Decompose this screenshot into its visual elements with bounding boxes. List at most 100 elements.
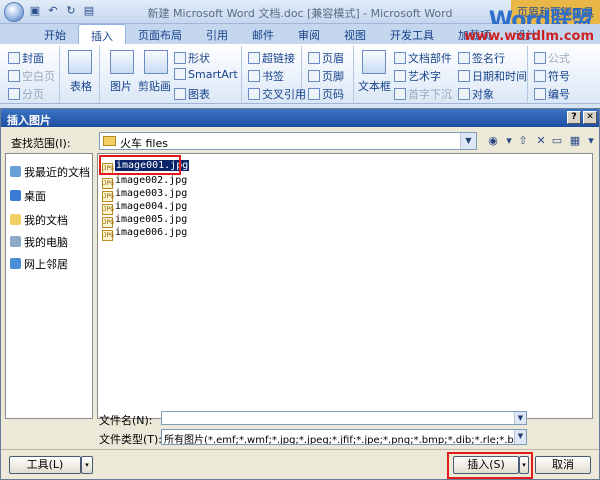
datetime-label: 日期和时间 bbox=[472, 70, 527, 83]
dialog-title: 插入图片 bbox=[7, 114, 51, 127]
wordart-button[interactable]: 艺术字 bbox=[394, 68, 441, 84]
group-table: 表格 bbox=[60, 46, 100, 102]
place-recent[interactable]: 我最近的文档 bbox=[10, 164, 90, 180]
doc-parts-icon bbox=[394, 52, 406, 64]
clipart-label[interactable]: 剪贴画 bbox=[138, 78, 171, 94]
place-label: 我最近的文档 bbox=[24, 166, 90, 179]
textbox-icon[interactable] bbox=[362, 50, 386, 74]
place-my-computer[interactable]: 我的电脑 bbox=[10, 234, 68, 250]
tab-page-layout[interactable]: 页面布局 bbox=[126, 24, 194, 44]
views-dropdown-icon[interactable]: ▾ bbox=[583, 133, 599, 149]
wordart-icon bbox=[394, 70, 406, 82]
crossref-button[interactable]: 交叉引用 bbox=[248, 86, 306, 102]
blank-page-button[interactable]: 空白页 bbox=[8, 68, 55, 84]
tab-mailings[interactable]: 邮件 bbox=[240, 24, 286, 44]
place-label: 我的电脑 bbox=[24, 236, 68, 249]
table-icon[interactable] bbox=[68, 50, 92, 74]
table-label[interactable]: 表格 bbox=[70, 78, 92, 94]
filetype-select[interactable]: 所有图片(*.emf;*.wmf;*.jpg;*.jpeg;*.jfif;*.j… bbox=[161, 429, 527, 445]
footer-button[interactable]: 页脚 bbox=[308, 68, 344, 84]
filename-input[interactable]: ▼ bbox=[161, 411, 527, 425]
chevron-down-icon[interactable]: ▼ bbox=[514, 430, 526, 444]
file-list[interactable]: JPG image001.jpg JPGimage002.jpg JPGimage… bbox=[97, 153, 593, 419]
tools-button[interactable]: 工具(L) bbox=[9, 456, 81, 474]
hyperlink-button[interactable]: 超链接 bbox=[248, 50, 295, 66]
group-header-footer: 页眉 页脚 页码 bbox=[302, 46, 354, 102]
help-button[interactable]: ? bbox=[567, 111, 581, 124]
place-my-documents[interactable]: 我的文档 bbox=[10, 212, 68, 228]
picture-icon[interactable] bbox=[110, 50, 134, 74]
tab-home[interactable]: 开始 bbox=[32, 24, 78, 44]
bookmark-label: 书签 bbox=[262, 70, 284, 83]
doc-parts-label: 文档部件 bbox=[408, 52, 452, 65]
page-break-icon bbox=[8, 88, 20, 100]
dropcap-button[interactable]: 首字下沉 bbox=[394, 86, 452, 102]
title-bar: ▣ ↶ ↻ ▤ 新建 Microsoft Word 文档.doc [兼容模式] … bbox=[0, 0, 600, 33]
list-item[interactable]: JPGimage004.jpg bbox=[102, 201, 187, 215]
lookin-value: 火车 files bbox=[120, 137, 168, 150]
place-desktop[interactable]: 桌面 bbox=[10, 188, 46, 204]
object-icon bbox=[458, 88, 470, 100]
header-icon bbox=[308, 52, 320, 64]
pi-icon bbox=[534, 52, 546, 64]
chart-button[interactable]: 图表 bbox=[174, 86, 210, 102]
signature-button[interactable]: 签名行 bbox=[458, 50, 505, 66]
clipart-icon[interactable] bbox=[144, 50, 168, 74]
up-folder-icon[interactable]: ⇧ bbox=[515, 133, 531, 149]
chevron-down-icon[interactable]: ▼ bbox=[460, 133, 476, 149]
place-label: 网上邻居 bbox=[24, 258, 68, 271]
shapes-button[interactable]: 形状 bbox=[174, 50, 210, 66]
list-item[interactable]: JPGimage006.jpg bbox=[102, 227, 187, 241]
list-item[interactable]: JPGimage003.jpg bbox=[102, 188, 187, 202]
tab-developer[interactable]: 开发工具 bbox=[378, 24, 446, 44]
smartart-label: SmartArt bbox=[188, 68, 238, 81]
page-number-label: 页码 bbox=[322, 88, 344, 101]
filetype-value: 所有图片(*.emf;*.wmf;*.jpg;*.jpeg;*.jfif;*.j… bbox=[164, 435, 527, 445]
tab-references[interactable]: 引用 bbox=[194, 24, 240, 44]
views-icon[interactable]: ▦ bbox=[567, 133, 583, 149]
my-computer-icon bbox=[10, 236, 21, 247]
new-folder-icon[interactable]: ▭ bbox=[549, 133, 565, 149]
dialog-footer: 工具(L) ▾ 插入(S) ▾ 取消 bbox=[1, 449, 599, 479]
cancel-button[interactable]: 取消 bbox=[535, 456, 591, 474]
close-button[interactable]: ✕ bbox=[583, 111, 597, 124]
chart-label: 图表 bbox=[188, 88, 210, 101]
symbol-button[interactable]: 符号 bbox=[534, 68, 570, 84]
smartart-button[interactable]: SmartArt bbox=[174, 68, 238, 81]
delete-icon[interactable]: ✕ bbox=[533, 133, 549, 149]
bookmark-button[interactable]: 书签 bbox=[248, 68, 284, 84]
omega-icon bbox=[534, 70, 546, 82]
filetype-label: 文件类型(T): bbox=[99, 433, 163, 446]
equation-button[interactable]: 公式 bbox=[534, 50, 570, 66]
place-network[interactable]: 网上邻居 bbox=[10, 256, 68, 272]
page-number-button[interactable]: 页码 bbox=[308, 86, 344, 102]
tab-view[interactable]: 视图 bbox=[332, 24, 378, 44]
textbox-label[interactable]: 文本框 bbox=[358, 78, 391, 94]
dropcap-icon bbox=[394, 88, 406, 100]
list-item[interactable]: JPGimage002.jpg bbox=[102, 175, 187, 189]
page-number-icon bbox=[308, 88, 320, 100]
cover-label: 封面 bbox=[22, 52, 44, 65]
page-break-label: 分页 bbox=[22, 88, 44, 101]
chevron-down-icon[interactable]: ▼ bbox=[514, 412, 526, 424]
back-icon[interactable]: ◉ bbox=[485, 133, 501, 149]
list-item[interactable]: JPGimage005.jpg bbox=[102, 214, 187, 228]
equation-label: 公式 bbox=[548, 52, 570, 65]
datetime-button[interactable]: 日期和时间 bbox=[458, 68, 527, 84]
header-button[interactable]: 页眉 bbox=[308, 50, 344, 66]
lookin-combobox[interactable]: 火车 files ▼ bbox=[99, 132, 477, 150]
number-button[interactable]: 编号 bbox=[534, 86, 570, 102]
header-label: 页眉 bbox=[322, 52, 344, 65]
picture-label[interactable]: 图片 bbox=[110, 78, 132, 94]
smartart-icon bbox=[174, 68, 186, 80]
doc-parts-button[interactable]: 文档部件 bbox=[394, 50, 452, 66]
group-symbols: 公式 符号 编号 bbox=[528, 46, 600, 102]
cover-button[interactable]: 封面 bbox=[8, 50, 44, 66]
page-break-button[interactable]: 分页 bbox=[8, 86, 44, 102]
group-text: 文本框 文档部件 艺术字 首字下沉 签名行 日期和时间 对象 bbox=[354, 46, 528, 102]
group-pages: 封面 空白页 分页 bbox=[0, 46, 60, 102]
tab-insert[interactable]: 插入 bbox=[78, 24, 126, 44]
object-button[interactable]: 对象 bbox=[458, 86, 494, 102]
tools-dropdown-icon[interactable]: ▾ bbox=[81, 456, 93, 474]
tab-review[interactable]: 审阅 bbox=[286, 24, 332, 44]
